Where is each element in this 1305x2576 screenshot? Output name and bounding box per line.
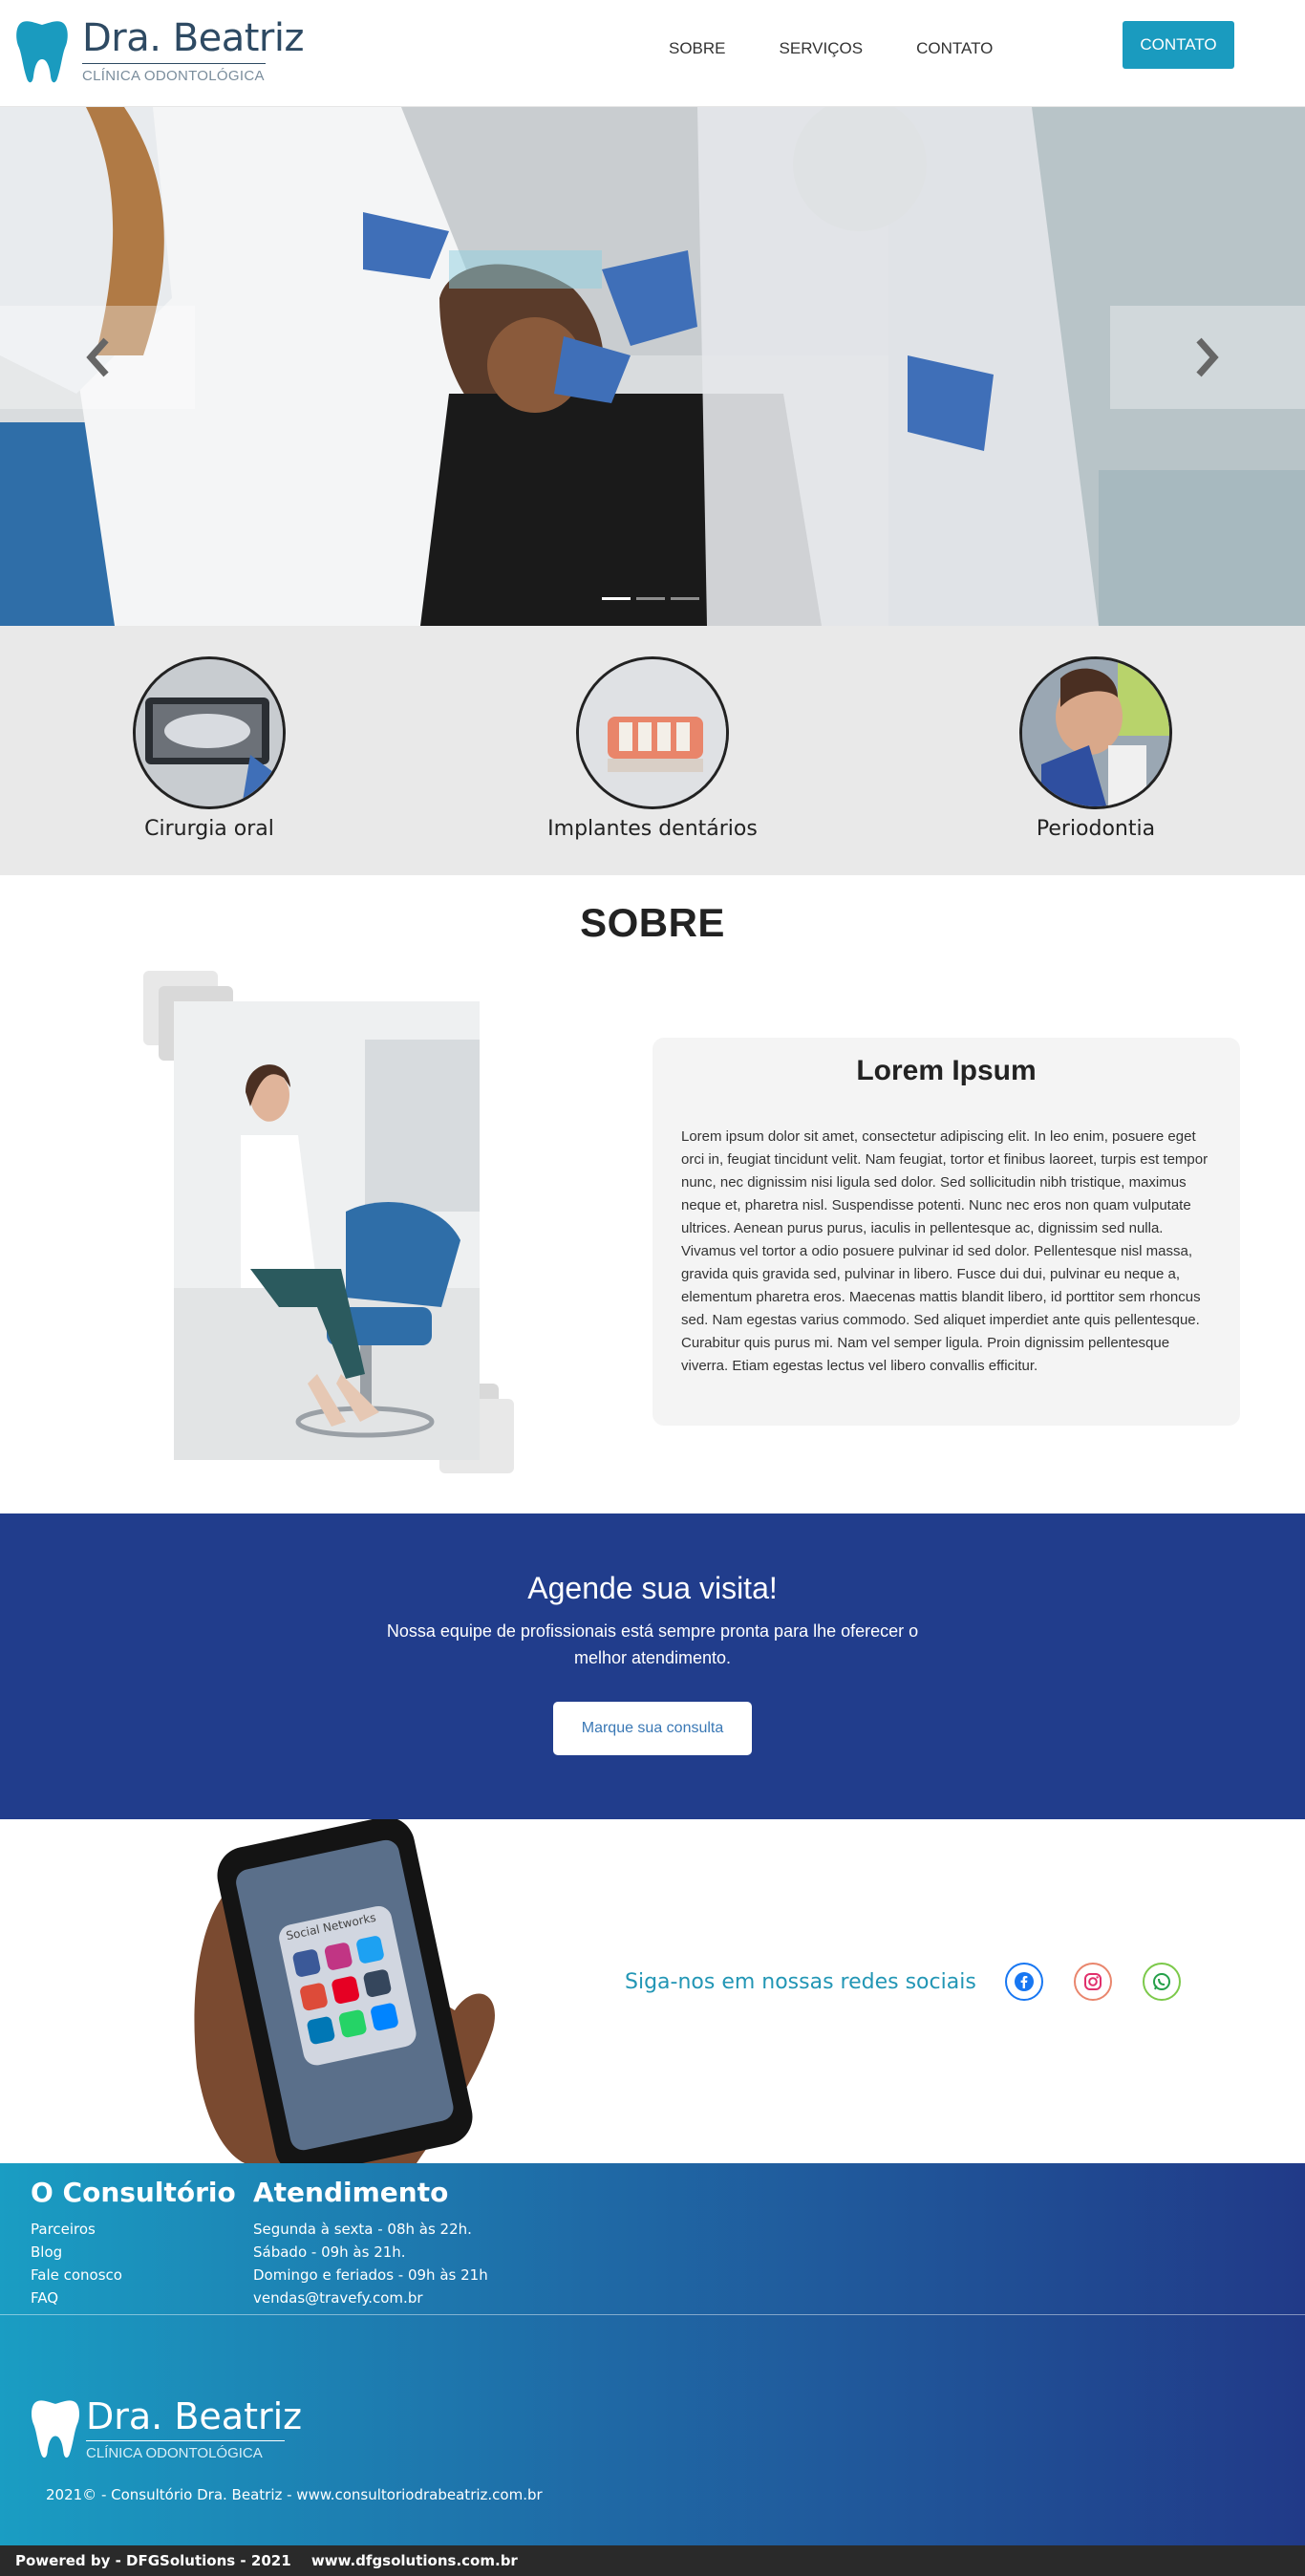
tooth-logo-icon	[31, 2400, 80, 2458]
social-section: Social Networks Siga-nos em nossas redes…	[0, 1819, 1305, 2163]
footer: O Consultório Parceiros Blog Fale conosc…	[0, 2163, 1305, 2545]
services-section: Cirurgia oral Implantes dentários Period…	[0, 626, 1305, 875]
carousel-indicator-3[interactable]	[671, 597, 699, 600]
brand-name: Dra. Beatriz	[82, 16, 305, 60]
footer-link-faq[interactable]: FAQ	[31, 2286, 236, 2309]
brand-logo[interactable]: Dra. Beatriz CLÍNICA ODONTOLÓGICA	[13, 16, 305, 86]
footer-col-consultorio: O Consultório Parceiros Blog Fale conosc…	[31, 2177, 236, 2309]
service-label: Cirurgia oral	[144, 817, 274, 841]
carousel-indicator-2[interactable]	[636, 597, 665, 600]
service-cirurgia-oral[interactable]: Cirurgia oral	[66, 656, 353, 841]
footer-col-atendimento: Atendimento Segunda à sexta - 08h às 22h…	[253, 2177, 488, 2309]
sobre-title: SOBRE	[580, 900, 725, 945]
powered-by-link[interactable]: www.dfgsolutions.com.br	[311, 2552, 518, 2569]
footer-brand-name: Dra. Beatriz	[86, 2395, 303, 2437]
nav-menu: SOBRE SERVIÇOS CONTATO CONTATO	[669, 21, 1234, 69]
agende-section: Agende sua visita! Nossa equipe de profi…	[0, 1513, 1305, 1819]
chevron-left-icon	[86, 337, 109, 377]
footer-link-blog[interactable]: Blog	[31, 2241, 236, 2264]
service-image-implantes	[576, 656, 729, 809]
social-row: Siga-nos em nossas redes sociais	[625, 1963, 1211, 2001]
sobre-section: SOBRE Lorem Ipsum Lorem ipsum dolor sit …	[0, 875, 1305, 1513]
carousel-indicators	[602, 597, 705, 600]
service-periodontia[interactable]: Periodontia	[952, 656, 1239, 841]
carousel-next-button[interactable]	[1110, 306, 1305, 409]
lorem-card-text: Lorem ipsum dolor sit amet, consectetur …	[681, 1128, 1209, 1374]
whatsapp-icon[interactable]	[1142, 1963, 1181, 2001]
sobre-photo-frame	[141, 971, 514, 1487]
footer-hours-sunday: Domingo e feriados - 09h às 21h	[253, 2266, 488, 2284]
nav-link-contato[interactable]: CONTATO	[916, 32, 993, 65]
footer-title-consultorio: O Consultório	[31, 2177, 236, 2208]
agende-title: Agende sua visita!	[527, 1571, 778, 1605]
footer-hours-saturday: Sábado - 09h às 21h.	[253, 2243, 406, 2261]
social-text: Siga-nos em nossas redes sociais	[625, 1969, 976, 1994]
instagram-icon[interactable]	[1073, 1963, 1112, 2001]
powered-by-text: Powered by - DFGSolutions - 2021	[15, 2552, 291, 2569]
marque-consulta-button[interactable]: Marque sua consulta	[553, 1702, 752, 1755]
lorem-card-title: Lorem Ipsum	[856, 1055, 1037, 1086]
navbar: Dra. Beatriz CLÍNICA ODONTOLÓGICA SOBRE …	[0, 0, 1305, 107]
agende-text: Nossa equipe de profissionais está sempr…	[386, 1621, 919, 1667]
service-label: Periodontia	[1036, 817, 1156, 841]
nav-link-sobre[interactable]: SOBRE	[669, 32, 726, 65]
service-implantes-dentarios[interactable]: Implantes dentários	[509, 656, 796, 841]
footer-link-fale-conosco[interactable]: Fale conosco	[31, 2264, 236, 2286]
dentist-photo	[174, 1001, 480, 1460]
nav-link-servicos[interactable]: SERVIÇOS	[780, 32, 864, 65]
brand-subtitle: CLÍNICA ODONTOLÓGICA	[82, 68, 265, 84]
footer-divider	[0, 2314, 1305, 2315]
facebook-icon[interactable]	[1004, 1963, 1043, 2001]
footer-link-parceiros[interactable]: Parceiros	[31, 2218, 236, 2241]
brand-rule	[82, 63, 266, 64]
footer-copyright: 2021© - Consultório Dra. Beatriz - www.c…	[46, 2486, 543, 2503]
carousel-indicator-1[interactable]	[602, 597, 631, 600]
footer-email[interactable]: vendas@travefy.com.br	[253, 2286, 488, 2309]
footer-brand-rule	[86, 2440, 285, 2441]
service-image-cirurgia	[133, 656, 286, 809]
carousel-prev-button[interactable]	[0, 306, 195, 409]
powered-by-bar: Powered by - DFGSolutions - 2021 www.dfg…	[0, 2545, 1305, 2576]
footer-brand-logo[interactable]: Dra. Beatriz CLÍNICA ODONTOLÓGICA	[29, 2396, 302, 2461]
chevron-right-icon	[1196, 337, 1219, 377]
hero-carousel	[0, 107, 1305, 626]
service-image-periodontia	[1019, 656, 1172, 809]
phone-illustration: Social Networks	[194, 1819, 495, 2163]
service-label: Implantes dentários	[547, 817, 758, 841]
contato-button[interactable]: CONTATO	[1123, 21, 1234, 69]
tooth-logo-icon	[16, 21, 68, 83]
footer-title-atendimento: Atendimento	[253, 2177, 449, 2208]
footer-brand-subtitle: CLÍNICA ODONTOLÓGICA	[86, 2445, 263, 2461]
footer-hours-weekday: Segunda à sexta - 08h às 22h.	[253, 2221, 472, 2238]
lorem-card: Lorem Ipsum Lorem ipsum dolor sit amet, …	[652, 1038, 1240, 1426]
